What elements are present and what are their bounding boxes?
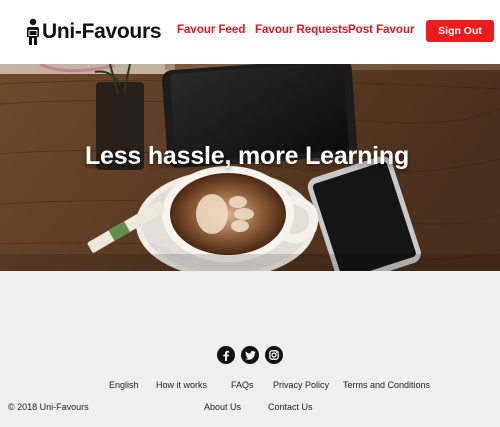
hero-title: Less hassle, more Learning [84, 142, 410, 170]
nav-favour-feed[interactable]: Favour Feed [177, 24, 245, 36]
site-footer: English How it works FAQs Privacy Policy… [0, 271, 500, 427]
person-icon [27, 18, 39, 45]
footer-link-terms[interactable]: Terms and Conditions [343, 380, 430, 390]
footer-link-faqs[interactable]: FAQs [231, 380, 254, 390]
nav-favour-requests[interactable]: Favour Requests [255, 24, 348, 36]
nav-post-favour[interactable]: Post Favour [348, 24, 414, 36]
footer-link-privacy-policy[interactable]: Privacy Policy [273, 380, 329, 390]
twitter-icon[interactable] [241, 346, 259, 364]
top-navbar: Uni-Favours Favour Feed Favour Requests … [0, 0, 500, 64]
footer-link-about-us[interactable]: About Us [204, 402, 241, 412]
social-links [217, 346, 283, 364]
copyright-text: © 2018 Uni-Favours [8, 402, 89, 412]
facebook-icon[interactable] [217, 346, 235, 364]
brand-name: Uni-Favours [42, 20, 162, 43]
sign-out-button[interactable]: Sign Out [426, 20, 494, 42]
footer-link-how-it-works[interactable]: How it works [156, 380, 207, 390]
footer-link-contact-us[interactable]: Contact Us [268, 402, 313, 412]
footer-link-english[interactable]: English [109, 380, 139, 390]
instagram-icon[interactable] [265, 346, 283, 364]
brand-logo[interactable]: Uni-Favours [26, 17, 162, 47]
hero-banner: Less hassle, more Learning [0, 64, 500, 271]
